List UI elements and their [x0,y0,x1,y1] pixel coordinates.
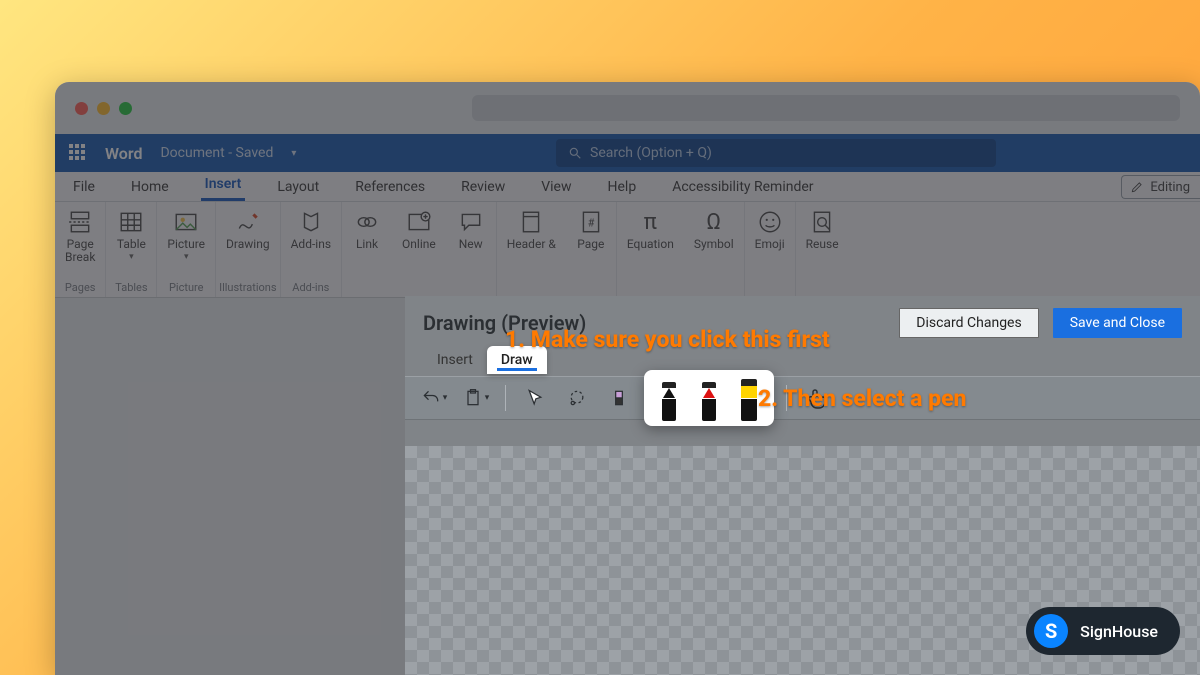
tab-file[interactable]: File [69,179,99,201]
new-comment-button[interactable]: New [446,202,496,279]
group-illustrations: Drawing Illustrations [216,202,281,297]
drawing-tab-insert[interactable]: Insert [423,346,487,374]
page-break-button[interactable]: PageBreak [55,202,105,279]
group-reuse: Reuse [796,202,849,297]
touch-drawing-icon[interactable] [805,386,829,410]
drawing-panel-header: Drawing (Preview) Discard Changes Save a… [405,296,1200,346]
separator [786,385,787,411]
separator [505,385,506,411]
discard-changes-button[interactable]: Discard Changes [899,308,1038,338]
equation-button[interactable]: π Equation [617,202,684,279]
picture-button[interactable]: Picture ▾ [157,202,215,279]
pen-gallery [644,370,774,426]
group-media: Link Online New [342,202,497,297]
cursor-icon [525,388,545,408]
browser-window: Word Document - Saved ▾ Search (Option +… [55,82,1200,675]
group-emoji: Emoji [745,202,796,297]
drawing-toolbar: ▾ ▾ [405,376,1200,420]
browser-url-bar[interactable] [472,95,1180,121]
search-icon [568,146,582,160]
pen-red[interactable] [692,375,726,421]
page-break-icon [67,209,93,235]
minimize-window-icon[interactable] [97,102,110,115]
drawing-icon [235,209,261,235]
tab-insert[interactable]: Insert [201,176,246,201]
pen-black[interactable] [652,375,686,421]
eraser-icon [609,388,629,408]
clipboard-icon [463,388,483,408]
app-launcher-icon[interactable] [69,144,87,162]
paste-button[interactable]: ▾ [459,381,493,415]
emoji-button[interactable]: Emoji [745,202,795,279]
omega-icon: Ω [700,208,728,236]
drawing-button[interactable]: Drawing [216,202,280,279]
ribbon: PageBreak Pages Table ▾ Tables Picture [55,202,1200,298]
editing-mode-button[interactable]: Editing [1121,175,1200,199]
tab-references[interactable]: References [351,179,429,201]
online-video-icon [406,209,432,235]
header-icon [518,209,544,235]
symbol-button[interactable]: Ω Symbol [684,202,744,279]
ribbon-tabs: File Home Insert Layout References Revie… [55,172,1200,202]
pencil-icon [1130,180,1144,194]
comment-icon [458,209,484,235]
tab-layout[interactable]: Layout [273,179,323,201]
reuse-icon [809,209,835,235]
drawing-panel-title: Drawing (Preview) [423,311,586,335]
table-button[interactable]: Table ▾ [106,202,156,279]
close-window-icon[interactable] [75,102,88,115]
select-tool[interactable] [518,381,552,415]
link-icon [354,209,380,235]
maximize-window-icon[interactable] [119,102,132,115]
search-input[interactable]: Search (Option + Q) [556,139,996,167]
header-footer-button[interactable]: Header & [497,202,566,279]
search-placeholder: Search (Option + Q) [590,145,712,161]
group-picture: Picture ▾ Picture [157,202,216,297]
app-name: Word [105,144,142,163]
addins-icon [298,209,324,235]
tab-home[interactable]: Home [127,179,173,201]
traffic-lights [75,102,132,115]
chevron-down-icon: ▾ [129,252,134,262]
tab-review[interactable]: Review [457,179,509,201]
signhouse-badge[interactable]: S SignHouse [1026,607,1180,655]
tab-view[interactable]: View [537,179,575,201]
mac-titlebar [55,82,1200,134]
group-header-footer: Header & # Page [497,202,617,297]
save-and-close-button[interactable]: Save and Close [1053,308,1182,338]
tab-help[interactable]: Help [604,179,641,201]
group-pages: PageBreak Pages [55,202,106,297]
group-addins: Add-ins Add-ins [281,202,342,297]
link-button[interactable]: Link [342,202,392,279]
table-icon [118,209,144,235]
svg-text:#: # [588,216,595,229]
highlighter-yellow[interactable] [732,375,766,421]
chevron-down-icon[interactable]: ▾ [291,148,296,159]
undo-button[interactable]: ▾ [417,381,451,415]
lasso-icon [567,388,587,408]
emoji-icon [757,209,783,235]
drawing-panel-tabs: Insert Draw [405,346,1200,374]
drawing-tab-draw[interactable]: Draw [487,346,547,374]
lasso-tool[interactable] [560,381,594,415]
group-symbols: π Equation Ω Symbol [617,202,745,297]
addins-button[interactable]: Add-ins [281,202,341,279]
document-status[interactable]: Document - Saved [160,145,273,161]
picture-icon [173,209,199,235]
eraser-tool[interactable] [602,381,636,415]
reuse-files-button[interactable]: Reuse [796,202,849,279]
page-number-icon: # [578,209,604,235]
signhouse-label: SignHouse [1080,622,1158,641]
word-title-bar: Word Document - Saved ▾ Search (Option +… [55,134,1200,172]
chevron-down-icon: ▾ [184,252,189,262]
tab-accessibility[interactable]: Accessibility Reminder [668,179,817,201]
signhouse-logo-icon: S [1034,614,1068,648]
online-video-button[interactable]: Online [392,202,446,279]
page-number-button[interactable]: # Page [566,202,616,279]
pi-icon: π [636,208,664,236]
group-tables: Table ▾ Tables [106,202,157,297]
undo-icon [421,388,441,408]
